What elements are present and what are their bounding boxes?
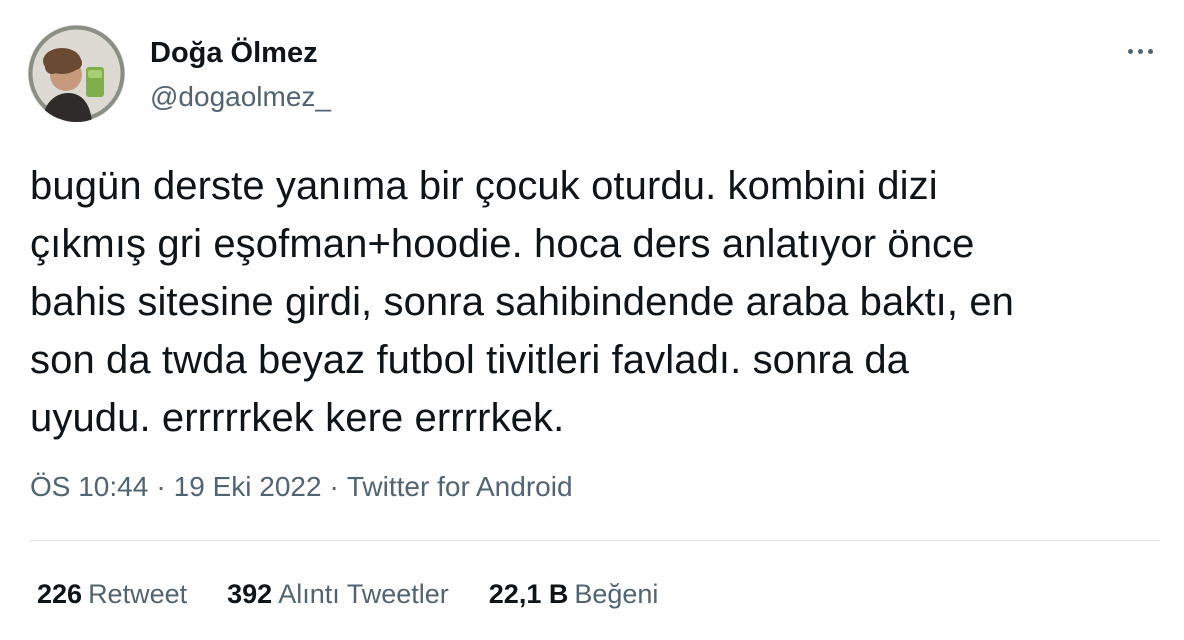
stat-count: 226 [37,579,83,609]
tweet-meta: ÖS 10:44 · 19 Eki 2022 · Twitter for Android [30,470,573,504]
tweet-time-link[interactable]: ÖS 10:44 [30,471,148,502]
stat-count: 392 [227,579,273,609]
quote-tweets-count-link[interactable]: 392 Alıntı Tweetler [227,577,449,611]
more-options-button[interactable] [1120,36,1160,66]
divider [30,540,1160,541]
tweet-card: Doğa Ölmez @dogaolmez_ bugün derste yanı… [0,0,1184,640]
likes-count-link[interactable]: 22,1 B Beğeni [489,577,659,611]
stat-label: Retweet [88,579,188,609]
tweet-date-link[interactable]: 19 Eki 2022 [174,471,322,502]
ellipsis-icon [1127,48,1133,54]
author-handle[interactable]: @dogaolmez_ [150,80,331,114]
ellipsis-icon-dot-2 [1137,48,1143,54]
tweet-text: bugün derste yanıma bir çocuk oturdu. ko… [30,164,1015,440]
stat-label: Beğeni [574,579,659,609]
stat-count: 22,1 B [488,579,569,609]
author-display-name[interactable]: Doğa Ölmez [150,36,318,70]
meta-separator: · [156,471,166,502]
avatar-photo-icon [28,25,125,122]
tweet-stats: 226 Retweet 392 Alıntı Tweetler 22,1 B Beğe… [37,577,658,611]
ellipsis-icon-dot-3 [1147,48,1153,54]
retweet-count-link[interactable]: 226 Retweet [37,577,187,611]
tweet-source-link[interactable]: Twitter for Android [347,471,573,502]
author-avatar[interactable] [28,25,125,122]
meta-separator: · [329,471,339,502]
stat-label: Alıntı Tweetler [278,579,449,609]
